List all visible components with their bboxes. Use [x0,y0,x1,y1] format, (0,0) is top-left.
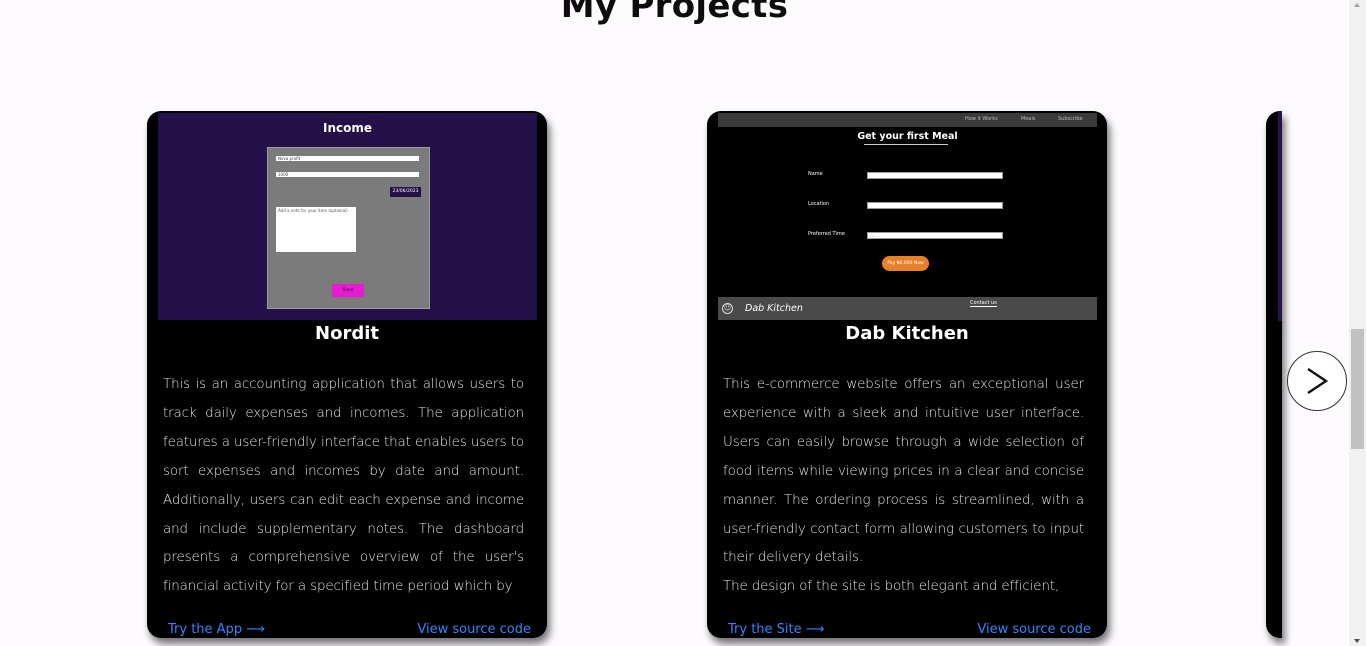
dab-shot-nav-item: Meals [1021,116,1036,122]
project-card-partial [1266,111,1282,638]
nordit-shot-title: Income [322,121,372,135]
dab-kitchen-screenshot: How it Works Meals Subscribe Get your fi… [718,113,1097,320]
project-card-partial-screenshot [1278,111,1282,321]
scroll-down-arrow-icon[interactable] [1354,639,1360,643]
page-scrollbar[interactable] [1349,0,1366,646]
dab-shot-nav-item: Subscribe [1058,116,1083,122]
dab-shot-field-time: --:-- -- [867,232,1003,239]
dab-shot-field-name [867,172,1003,179]
dab-shot-brand: Dab Kitchen [745,303,803,314]
project-title: Nordit [315,323,379,344]
carousel-next-button[interactable] [1287,351,1347,411]
project-description-text: The design of the site is both elegant a… [723,579,1060,595]
nordit-shot-save: Save [332,284,364,297]
dab-shot-footer: ☺ Dab Kitchen Contact us [718,297,1097,320]
view-source-link[interactable]: View source code [977,622,1091,637]
scroll-up-arrow-icon[interactable] [1354,3,1360,7]
view-source-link[interactable]: View source code [417,622,531,637]
scrollbar-thumb[interactable] [1351,329,1364,449]
nordit-shot-form: Nova profit 1000 23/06/2023 Add a note f… [267,147,430,309]
try-app-link[interactable]: Try the App ⟶ [168,622,265,637]
dab-logo-icon: ☺ [722,303,733,314]
nordit-shot-field-1: Nova profit [276,156,419,161]
try-site-link[interactable]: Try the Site ⟶ [728,622,824,637]
nordit-shot-field-2: 1000 [276,172,419,177]
dab-shot-label-name: Name [808,171,823,177]
project-card-dab-kitchen: How it Works Meals Subscribe Get your fi… [707,111,1107,638]
dab-shot-label-time: Preferred Time [808,231,845,237]
project-title: Dab Kitchen [845,323,969,344]
dab-shot-title: Get your first Meal [857,131,958,142]
dab-shot-title-underline [864,144,948,145]
nordit-shot-date: 23/06/2023 [390,187,421,197]
dab-shot-nav-item: How it Works [965,116,998,122]
dab-shot-contact: Contact us [970,300,997,307]
nordit-screenshot: Income Nova profit 1000 23/06/2023 Add a… [158,113,537,320]
dab-shot-nav: How it Works Meals Subscribe [718,113,1097,127]
page-title: My Projects [560,0,789,26]
project-description-text: This is an accounting application that a… [163,377,524,595]
project-description: This is an accounting application that a… [163,371,524,601]
project-description: This e-commerce website offers an except… [723,371,1084,601]
nordit-shot-notes: Add a note for your item (optional) [276,207,356,252]
chevron-right-icon [1307,368,1329,394]
dab-shot-field-location [867,202,1003,209]
project-card-nordit: Income Nova profit 1000 23/06/2023 Add a… [147,111,547,638]
project-description-text: This e-commerce website offers an except… [723,377,1084,566]
dab-shot-label-location: Location [808,201,830,207]
dab-shot-pay-button: Pay ₦4,000 Now [882,256,929,271]
